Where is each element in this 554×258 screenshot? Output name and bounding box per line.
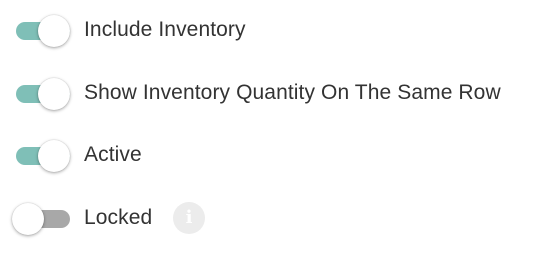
active-label: Active <box>84 143 142 166</box>
toggle-knob[interactable] <box>38 140 70 172</box>
show-inventory-quantity-toggle[interactable] <box>0 75 70 111</box>
toggle-knob[interactable] <box>38 15 70 47</box>
settings-panel: Include Inventory Show Inventory Quantit… <box>0 0 554 258</box>
toggle-row-show-inventory-quantity: Show Inventory Quantity On The Same Row <box>0 73 501 113</box>
toggle-row-locked: Locked i <box>0 198 220 238</box>
toggle-knob[interactable] <box>12 203 44 235</box>
locked-toggle[interactable] <box>0 200 70 236</box>
toggle-row-include-inventory: Include Inventory <box>0 10 246 50</box>
info-icon[interactable]: i <box>173 202 205 234</box>
toggle-knob[interactable] <box>38 78 70 110</box>
locked-label: Locked <box>84 206 153 229</box>
toggle-row-active: Active <box>0 135 142 175</box>
show-inventory-quantity-label: Show Inventory Quantity On The Same Row <box>84 81 501 104</box>
include-inventory-label: Include Inventory <box>84 18 246 41</box>
include-inventory-toggle[interactable] <box>0 12 70 48</box>
active-toggle[interactable] <box>0 137 70 173</box>
